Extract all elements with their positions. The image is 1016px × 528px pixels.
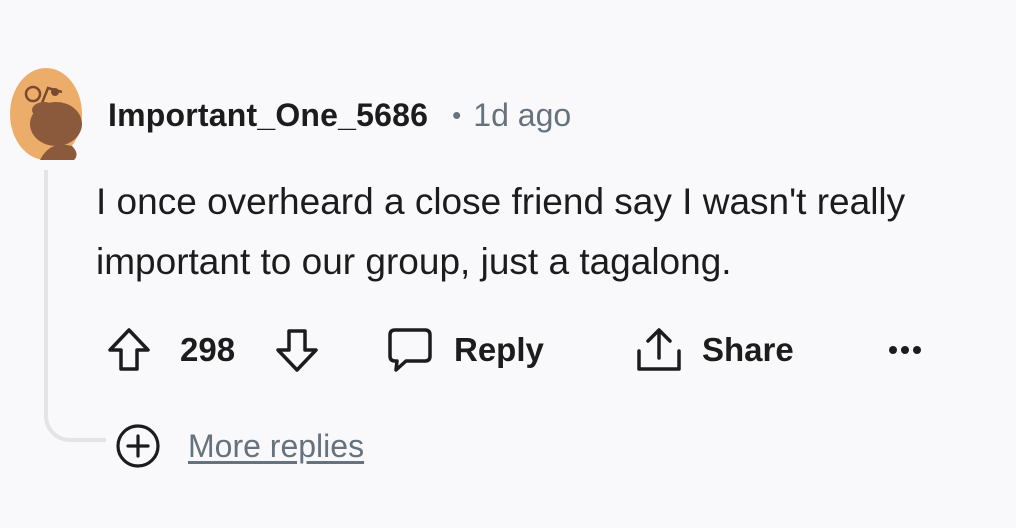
more-replies-link[interactable]: More replies bbox=[114, 420, 364, 472]
comment: Important_One_5686 • 1d ago I once overh… bbox=[0, 0, 1016, 528]
upvote-button[interactable] bbox=[106, 318, 154, 382]
share-upload-icon bbox=[637, 328, 681, 371]
arrow-up-outline-icon bbox=[108, 328, 150, 371]
plus-circle-icon bbox=[116, 424, 160, 468]
overflow-menu-button[interactable] bbox=[888, 318, 922, 382]
share-button[interactable]: Share bbox=[634, 318, 794, 382]
meta-separator: • bbox=[452, 99, 462, 130]
speech-bubble-icon bbox=[388, 328, 432, 372]
downvote-button[interactable] bbox=[274, 318, 322, 382]
vote-count: 298 bbox=[180, 331, 236, 368]
action-bar: 298 Reply Share bbox=[100, 318, 1000, 382]
ellipsis-icon bbox=[889, 346, 921, 354]
author-name[interactable]: Important_One_5686 bbox=[108, 97, 428, 134]
vote-count-wrap: 298 bbox=[180, 318, 235, 382]
avatar[interactable] bbox=[10, 68, 83, 161]
reply-button[interactable]: Reply bbox=[386, 318, 544, 382]
comment-meta: Important_One_5686 • 1d ago bbox=[108, 93, 571, 137]
snoo-avatar-icon bbox=[10, 68, 82, 160]
comment-body: I once overheard a close friend say I wa… bbox=[96, 172, 996, 292]
reply-label: Reply bbox=[454, 331, 544, 368]
arrow-down-outline-icon bbox=[276, 329, 318, 372]
timestamp[interactable]: 1d ago bbox=[473, 97, 571, 134]
share-label: Share bbox=[702, 331, 794, 368]
more-replies-label: More replies bbox=[188, 427, 365, 464]
comment-text: I once overheard a close friend say I wa… bbox=[96, 181, 906, 282]
